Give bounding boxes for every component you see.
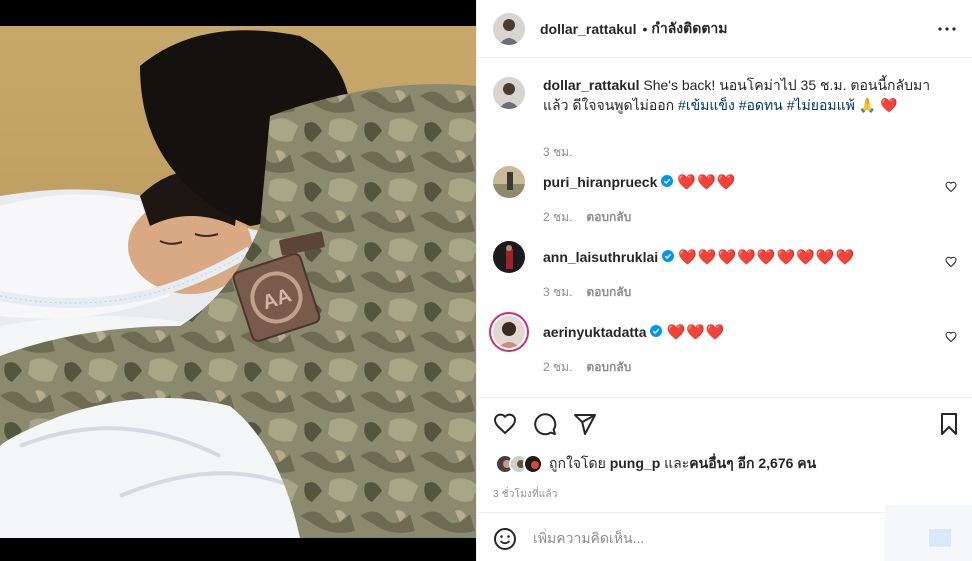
comment-line: aerinyuktadatta ❤️❤️❤️ — [543, 323, 726, 341]
comment-line: puri_hiranprueck ❤️❤️❤️ — [543, 173, 736, 191]
comment-text: ❤️❤️❤️ — [677, 174, 737, 191]
verified-badge-icon — [662, 249, 675, 265]
post-photo-panel: AA — [0, 0, 476, 561]
author-username[interactable]: dollar_rattakul — [540, 21, 636, 37]
commenter-avatar[interactable] — [493, 166, 525, 198]
comment-item: aerinyuktadatta ❤️❤️❤️ 2 ชม. ตอบกลับ — [489, 312, 957, 377]
caption-emoji: 🙏 ❤️ — [854, 97, 898, 113]
comment-text: ❤️❤️❤️ — [666, 324, 726, 341]
reply-button[interactable]: ตอบกลับ — [586, 285, 631, 299]
reply-button[interactable]: ตอบกลับ — [586, 360, 631, 374]
comment-time[interactable]: 3 ชม. — [543, 285, 572, 299]
comment-meta: 3 ชม. ตอบกลับ — [543, 283, 631, 302]
heart-icon[interactable] — [493, 412, 517, 441]
likes-summary[interactable]: ถูกใจโดย pung_p และคนอื่นๆ อีก 2,676 คน — [495, 453, 816, 475]
comment-bubble-icon[interactable] — [533, 412, 557, 441]
hashtag-link[interactable]: #เข้มแข็ง — [678, 97, 735, 113]
hashtag-link[interactable]: #ไม่ยอมแพ้ — [787, 97, 855, 113]
verified-badge-icon — [661, 174, 674, 190]
separator-dot: • — [642, 20, 648, 37]
bookmark-icon[interactable] — [937, 412, 961, 441]
comment-meta: 2 ชม. ตอบกลับ — [543, 358, 631, 377]
comment-heart-icon[interactable] — [945, 330, 957, 348]
commenter-username[interactable]: ann_laisuthruklai — [543, 249, 658, 265]
caption-time[interactable]: 3 ชม. — [543, 143, 572, 162]
comment-text: ❤️❤️❤️❤️❤️❤️❤️❤️❤️ — [678, 249, 856, 266]
post-timestamp[interactable]: 3 ชั่วโมงที่แล้ว — [493, 487, 558, 502]
likes-text: ถูกใจโดย pung_p และคนอื่นๆ อีก 2,676 คน — [549, 453, 816, 475]
post-side-panel: dollar_rattakul • กำลังติดตาม dollar_rat… — [476, 0, 972, 561]
liker-avatar — [523, 454, 543, 474]
likes-others-count[interactable]: คนอื่นๆ อีก 2,676 คน — [689, 455, 816, 471]
caption-text: dollar_rattakul She's back! นอนโคม่าไป 3… — [543, 75, 953, 115]
caption-author-avatar[interactable] — [493, 77, 525, 109]
comment-heart-icon[interactable] — [945, 180, 957, 198]
comment-heart-icon[interactable] — [945, 255, 957, 273]
comment-time[interactable]: 2 ชม. — [543, 360, 572, 374]
comment-time[interactable]: 2 ชม. — [543, 210, 572, 224]
commenter-avatar[interactable] — [493, 241, 525, 273]
comment-item: puri_hiranprueck ❤️❤️❤️ 2 ชม. ตอบกลับ — [493, 166, 957, 226]
post-button-highlight — [929, 529, 951, 547]
commenter-username[interactable]: puri_hiranprueck — [543, 174, 657, 190]
likes-prefix: ถูกใจโดย — [549, 455, 610, 471]
author-avatar[interactable] — [493, 12, 525, 45]
more-horizontal-icon[interactable] — [937, 19, 957, 39]
comment-input[interactable] — [533, 525, 873, 551]
commenter-avatar[interactable] — [489, 312, 529, 352]
reply-button[interactable]: ตอบกลับ — [586, 210, 631, 224]
emoji-smile-icon[interactable] — [493, 527, 517, 556]
comment-item: ann_laisuthruklai ❤️❤️❤️❤️❤️❤️❤️❤️❤️ 3 ช… — [493, 241, 957, 301]
caption-username[interactable]: dollar_rattakul — [543, 77, 639, 93]
follow-status-button[interactable]: กำลังติดตาม — [651, 18, 727, 40]
liker-username[interactable]: pung_p — [610, 455, 661, 471]
comment-meta: 2 ชม. ตอบกลับ — [543, 208, 631, 227]
post-photo[interactable]: AA — [0, 26, 476, 538]
post-header: dollar_rattakul • กำลังติดตาม — [477, 0, 972, 58]
likes-middle: และ — [660, 455, 690, 471]
comments-list[interactable]: dollar_rattakul She's back! นอนโคม่าไป 3… — [477, 59, 972, 397]
post-comment-button[interactable] — [885, 505, 972, 561]
comment-line: ann_laisuthruklai ❤️❤️❤️❤️❤️❤️❤️❤️❤️ — [543, 248, 855, 266]
post-actions: ถูกใจโดย pung_p และคนอื่นๆ อีก 2,676 คน … — [477, 397, 972, 502]
commenter-username[interactable]: aerinyuktadatta — [543, 324, 646, 340]
post-photo-illustration: AA — [0, 26, 476, 538]
paper-plane-icon[interactable] — [573, 412, 597, 441]
hashtag-link[interactable]: #อดทน — [739, 97, 783, 113]
verified-badge-icon — [650, 324, 663, 340]
